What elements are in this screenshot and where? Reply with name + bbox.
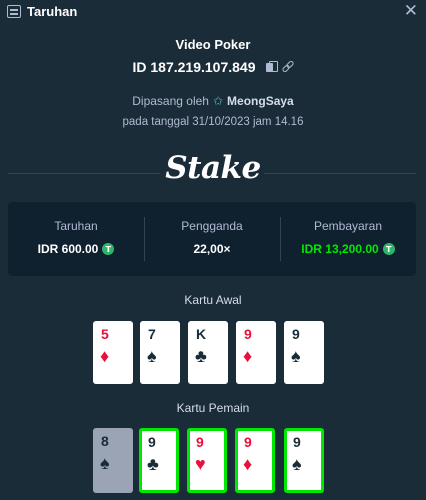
game-name: Video Poker [175, 37, 251, 52]
playing-card: 9 ♠ [284, 321, 324, 384]
initial-hand-title: Kartu Awal [184, 293, 242, 307]
card-rank: 7 [148, 326, 156, 342]
card-rank: 9 [244, 434, 252, 450]
card-suit-icon: ♥ [195, 454, 206, 474]
card-rank: 9 [148, 434, 156, 450]
stake-logo: Stake [165, 150, 261, 186]
player-hand-title: Kartu Pemain [176, 401, 250, 415]
modal-header: Taruhan ✕ [0, 0, 426, 24]
currency-coin-icon: T [382, 243, 395, 255]
payout-value: IDR 13,200.00 [301, 242, 379, 256]
vip-star-icon: ✩ [212, 94, 224, 108]
bet-id-row: ID 187.219.107.849 [0, 59, 426, 75]
payout-col: Pembayaran IDR 13,200.00 T [280, 202, 416, 276]
playing-card: 9 ♥ [187, 428, 227, 493]
divider-right [264, 173, 416, 174]
card-rank: 5 [101, 326, 109, 342]
card-rank: K [196, 326, 207, 342]
currency-coin-icon: T [102, 243, 115, 255]
card-suit-icon: ♠ [292, 454, 302, 474]
playing-card: 8 ♠ [93, 428, 133, 493]
multiplier-label: Pengganda [181, 219, 243, 233]
bet-amount-value: IDR 600.00 [37, 242, 99, 256]
playing-card: K ♣ [188, 321, 228, 384]
card-suit-icon: ♠ [100, 453, 110, 473]
playing-card: 9 ♦ [235, 428, 275, 493]
card-suit-icon: ♠ [147, 346, 157, 366]
card-rank: 8 [101, 433, 109, 449]
card-suit-icon: ♣ [195, 346, 207, 366]
payout-value-row: IDR 13,200.00 T [301, 242, 395, 256]
modal-title: Taruhan [27, 4, 78, 19]
bet-amount-col: Taruhan IDR 600.00 T [8, 202, 144, 276]
playing-card: 9 ♣ [139, 428, 179, 493]
bet-summary-panel: Taruhan IDR 600.00 T Pengganda 22,00× Pe… [8, 202, 416, 276]
payout-label: Pembayaran [313, 219, 383, 233]
card-suit-icon: ♦ [100, 346, 110, 366]
bet-id: ID 187.219.107.849 [132, 59, 256, 75]
username-link[interactable]: MeongSaya [227, 94, 294, 108]
bet-date: pada tanggal 31/10/2023 jam 14.16 [122, 116, 304, 128]
bet-slip-icon [7, 5, 21, 18]
card-suit-icon: ♣ [147, 454, 159, 474]
playing-card: 5 ♦ [93, 321, 133, 384]
card-rank: 9 [293, 434, 301, 450]
card-suit-icon: ♦ [243, 454, 253, 474]
card-suit-icon: ♠ [291, 346, 301, 366]
placed-by-label: Dipasang oleh [132, 94, 209, 108]
bet-amount-label: Taruhan [54, 219, 98, 233]
multiplier-value: 22,00× [193, 242, 231, 256]
bet-amount-value-row: IDR 600.00 T [38, 242, 115, 256]
card-rank: 9 [196, 434, 204, 450]
copy-icon[interactable] [265, 61, 278, 73]
link-icon[interactable] [280, 59, 295, 74]
card-rank: 9 [244, 326, 252, 342]
playing-card: 9 ♦ [236, 321, 276, 384]
card-suit-icon: ♦ [243, 346, 253, 366]
placed-by-row: Dipasang oleh ✩ MeongSaya [0, 94, 426, 108]
multiplier-col: Pengganda 22,00× [144, 202, 280, 276]
close-button[interactable]: ✕ [404, 2, 418, 20]
playing-card: 9 ♠ [284, 428, 324, 493]
playing-card: 7 ♠ [140, 321, 180, 384]
card-rank: 9 [292, 326, 300, 342]
